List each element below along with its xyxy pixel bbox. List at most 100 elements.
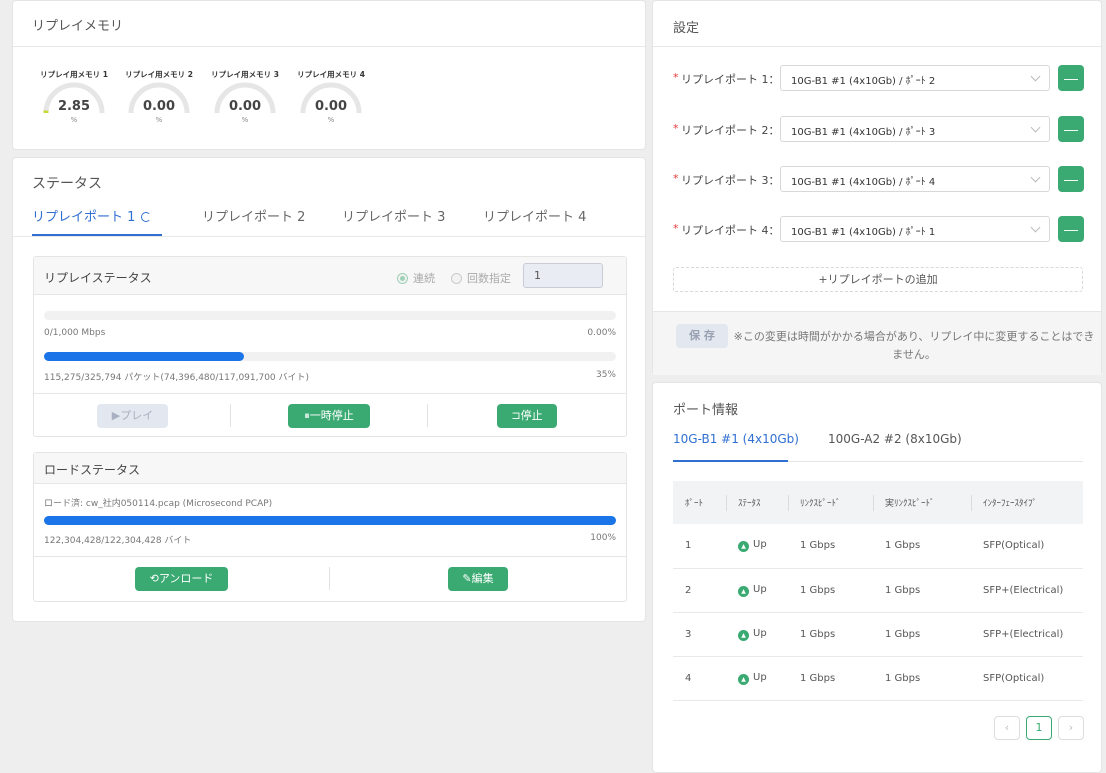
status-cell: ▲ Up: [726, 524, 788, 569]
remove-port-button-1[interactable]: —: [1058, 65, 1084, 91]
gauge-value: 0.00: [228, 99, 262, 114]
column-header: ｽﾃｰﾀｽ: [726, 481, 788, 524]
replay-port-label: リプレイポート 2：: [681, 124, 780, 137]
tab-replay-port-1[interactable]: リプレイポート 1: [32, 206, 152, 225]
real-link-speed-cell: 1 Gbps: [873, 656, 971, 701]
radio-continuous[interactable]: 連続: [397, 270, 435, 286]
radio-checked-icon: [397, 273, 408, 284]
remove-port-button-3[interactable]: —: [1058, 166, 1084, 192]
port-cell: 3: [673, 612, 726, 657]
table-row: 4 ▲ Up 1 Gbps 1 Gbps SFP(Optical): [673, 656, 1083, 701]
replay-port-select-2[interactable]: 10G-B1 #1 (4x10Gb) / ﾎﾟｰﾄ 3: [780, 116, 1050, 142]
tab-replay-port-4[interactable]: リプレイポート 4: [483, 206, 586, 225]
table-row: 2 ▲ Up 1 Gbps 1 Gbps SFP+(Electrical): [673, 568, 1083, 613]
tab-10g-b1[interactable]: 10G-B1 #1 (4x10Gb): [673, 432, 799, 446]
status-text: Up: [753, 539, 767, 551]
select-value: 10G-B1 #1 (4x10Gb) / ﾎﾟｰﾄ 1: [791, 227, 936, 238]
port-cell: 2: [673, 568, 726, 613]
arrow-up-icon: ▲: [738, 541, 749, 553]
interface-type-cell: SFP(Optical): [971, 656, 1083, 701]
port-table: ﾎﾟｰﾄ ｽﾃｰﾀｽ ﾘﾝｸｽﾋﾟｰﾄﾞ 実ﾘﾝｸｽﾋﾟｰﾄﾞ ｲﾝﾀｰﾌｪｰｽ…: [673, 481, 1083, 701]
gauge-unit: %: [155, 116, 163, 124]
active-tab-indicator: [673, 460, 788, 462]
replay-port-select-3[interactable]: 10G-B1 #1 (4x10Gb) / ﾎﾟｰﾄ 4: [780, 166, 1050, 192]
radio-label: 連続: [413, 272, 435, 285]
radio-count[interactable]: 回数指定: [451, 270, 511, 286]
add-replay-port-button[interactable]: +リプレイポートの追加: [673, 267, 1083, 292]
remove-port-button-4[interactable]: —: [1058, 216, 1084, 242]
arrow-up-icon: ▲: [738, 673, 749, 685]
load-status-header: ロードステータス: [34, 453, 626, 484]
load-progress-fill: [44, 516, 616, 525]
replay-port-row-3: * リプレイポート 3： 10G-B1 #1 (4x10Gb) / ﾎﾟｰﾄ 4…: [673, 166, 1093, 192]
table-header-row: ﾎﾟｰﾄ ｽﾃｰﾀｽ ﾘﾝｸｽﾋﾟｰﾄﾞ 実ﾘﾝｸｽﾋﾟｰﾄﾞ ｲﾝﾀｰﾌｪｰｽ…: [673, 481, 1083, 524]
save-area: 保 存 ※この変更は時間がかかる場合があり、リプレイ中に変更することはできません…: [653, 311, 1101, 375]
load-status-title: ロードステータス: [44, 463, 141, 477]
pause-button[interactable]: ⏸一時停止: [288, 404, 370, 428]
save-button[interactable]: 保 存: [676, 324, 728, 348]
status-text: Up: [753, 583, 767, 595]
chevron-down-icon: [1030, 172, 1041, 183]
edit-button[interactable]: ✎編集: [448, 567, 508, 591]
pager-page-button[interactable]: 1: [1026, 716, 1052, 740]
load-progress-bar: [44, 516, 616, 525]
column-header: ｲﾝﾀｰﾌｪｰｽﾀｲﾌﾟ: [971, 481, 1083, 524]
packet-progress-bar: [44, 352, 616, 361]
pager-prev-button[interactable]: ‹: [994, 716, 1020, 740]
column-header: ﾘﾝｸｽﾋﾟｰﾄﾞ: [788, 481, 873, 524]
unload-label: アンロード: [158, 572, 214, 585]
settings-card: 設定 * リプレイポート 1： 10G-B1 #1 (4x10Gb) / ﾎﾟｰ…: [652, 0, 1102, 375]
gauge-label: リプレイ用メモリ 4: [297, 70, 365, 79]
unload-button[interactable]: ⟲アンロード: [135, 567, 228, 591]
pager-next-button[interactable]: ›: [1058, 716, 1084, 740]
column-header: ﾎﾟｰﾄ: [673, 481, 726, 524]
load-status-panel: ロードステータス ロード済: cw_社内050114.pcap (Microse…: [33, 452, 627, 602]
tab-label: リプレイポート 1: [32, 210, 136, 225]
save-note: ※この変更は時間がかかる場合があり、リプレイ中に変更することはできません。: [733, 330, 1095, 361]
replay-port-row-2: * リプレイポート 2： 10G-B1 #1 (4x10Gb) / ﾎﾟｰﾄ 3…: [673, 116, 1093, 142]
radio-unchecked-icon: [451, 273, 462, 284]
table-row: 1 ▲ Up 1 Gbps 1 Gbps SFP(Optical): [673, 524, 1083, 569]
loaded-file-text: ロード済: cw_社内050114.pcap (Microsecond PCAP…: [44, 499, 273, 509]
interface-type-cell: SFP(Optical): [971, 524, 1083, 569]
gauge-label: リプレイ用メモリ 3: [211, 70, 279, 79]
select-value: 10G-B1 #1 (4x10Gb) / ﾎﾟｰﾄ 2: [791, 76, 936, 87]
chevron-down-icon: [1030, 222, 1041, 233]
load-bytes-text: 122,304,428/122,304,428 バイト: [44, 536, 192, 546]
real-link-speed-cell: 1 Gbps: [873, 524, 971, 569]
gauge-value: 2.85: [57, 99, 91, 114]
status-text: Up: [753, 627, 767, 639]
load-percent: 100%: [590, 533, 616, 543]
gauge-unit: %: [70, 116, 78, 124]
port-cell: 4: [673, 656, 726, 701]
port-info-card: ポート情報 10G-B1 #1 (4x10Gb) 100G-A2 #2 (8x1…: [652, 382, 1102, 773]
packet-percent: 35%: [595, 370, 616, 380]
status-cell: ▲ Up: [726, 568, 788, 613]
tab-replay-port-2[interactable]: リプレイポート 2: [202, 206, 305, 225]
memory-gauge-1: リプレイ用メモリ 1 2.85 %: [34, 69, 114, 129]
select-value: 10G-B1 #1 (4x10Gb) / ﾎﾟｰﾄ 3: [791, 127, 936, 138]
rate-text: 0/1,000 Mbps: [44, 328, 106, 338]
replay-port-select-4[interactable]: 10G-B1 #1 (4x10Gb) / ﾎﾟｰﾄ 1: [780, 216, 1050, 242]
rate-percent: 0.00%: [587, 328, 616, 338]
unload-icon: ⟲: [149, 572, 159, 585]
stop-button[interactable]: ⊐停止: [497, 404, 557, 428]
remove-port-button-2[interactable]: —: [1058, 116, 1084, 142]
interface-type-cell: SFP+(Electrical): [971, 568, 1083, 613]
repeat-count-input[interactable]: [523, 263, 603, 288]
replay-button-row: ▶プレイ ⏸一時停止 ⊐停止: [34, 393, 626, 436]
real-link-speed-cell: 1 Gbps: [873, 612, 971, 657]
play-button[interactable]: ▶プレイ: [97, 404, 168, 428]
replay-port-select-1[interactable]: 10G-B1 #1 (4x10Gb) / ﾎﾟｰﾄ 2: [780, 65, 1050, 91]
memory-gauge-2: リプレイ用メモリ 2 0.00 %: [119, 69, 199, 129]
replay-status-title: リプレイステータス: [44, 271, 152, 285]
tab-replay-port-3[interactable]: リプレイポート 3: [342, 206, 445, 225]
replay-port-label: リプレイポート 3：: [681, 174, 780, 187]
replay-port-row-1: * リプレイポート 1： 10G-B1 #1 (4x10Gb) / ﾎﾟｰﾄ 2…: [673, 65, 1093, 91]
arrow-up-icon: ▲: [738, 629, 749, 641]
link-speed-cell: 1 Gbps: [788, 568, 873, 613]
table-row: 3 ▲ Up 1 Gbps 1 Gbps SFP+(Electrical): [673, 612, 1083, 657]
tab-100g-a2[interactable]: 100G-A2 #2 (8x10Gb): [828, 432, 962, 446]
replay-port-row-4: * リプレイポート 4： 10G-B1 #1 (4x10Gb) / ﾎﾟｰﾄ 1…: [673, 216, 1093, 242]
required-mark: *: [673, 122, 679, 135]
